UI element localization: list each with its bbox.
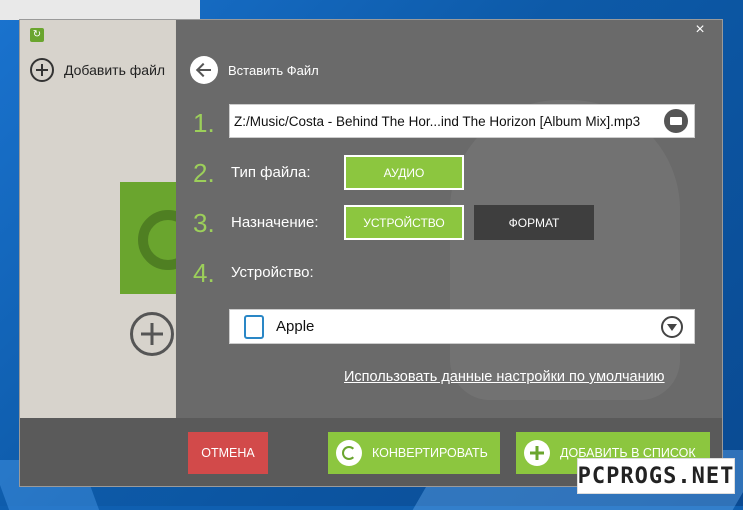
chevron-down-icon[interactable] (661, 316, 683, 338)
audio-type-button[interactable]: АУДИО (344, 155, 464, 190)
convert-label: КОНВЕРТИРОВАТЬ (372, 446, 488, 460)
background-window-strip (0, 0, 200, 20)
footer-shade (20, 418, 176, 486)
watermark-badge: PCPROGS.NET (577, 458, 735, 494)
file-path-field[interactable]: Z:/Music/Costa - Behind The Hor...ind Th… (229, 104, 695, 138)
device-selected-value: Apple (276, 318, 315, 335)
device-destination-button[interactable]: УСТРОЙСТВО (344, 205, 464, 240)
arrow-left-icon (190, 56, 218, 84)
file-type-label: Тип файла: (231, 164, 311, 181)
format-destination-button[interactable]: ФОРМАТ (474, 205, 594, 240)
close-icon[interactable]: × (692, 22, 708, 38)
destination-label: Назначение: (231, 214, 319, 231)
step-number-1: 1. (193, 108, 215, 138)
app-logo-icon: ↻ (30, 28, 44, 42)
convert-button[interactable]: КОНВЕРТИРОВАТЬ (328, 432, 500, 474)
app-large-logo (120, 182, 198, 294)
refresh-icon (336, 440, 362, 466)
back-button[interactable]: Вставить Файл (190, 56, 319, 84)
cancel-label: ОТМЕНА (201, 446, 255, 460)
use-defaults-link[interactable]: Использовать данные настройки по умолчан… (344, 369, 665, 385)
file-path-text: Z:/Music/Costa - Behind The Hor...ind Th… (234, 113, 641, 129)
add-file-label: Добавить файл (64, 62, 166, 78)
large-add-icon[interactable] (130, 312, 174, 356)
device-label: Устройство: (231, 264, 314, 281)
tablet-device-icon (244, 315, 264, 339)
folder-icon[interactable] (664, 109, 688, 133)
back-label: Вставить Файл (228, 62, 319, 78)
background-mascot-silhouette (450, 100, 680, 400)
step-number-3: 3. (193, 208, 215, 238)
plus-icon (524, 440, 550, 466)
step-number-4: 4. (193, 258, 215, 288)
device-dropdown[interactable]: Apple (229, 309, 695, 344)
add-file-button[interactable]: Добавить файл (30, 58, 165, 82)
step-number-2: 2. (193, 158, 215, 188)
cancel-button[interactable]: ОТМЕНА (188, 432, 268, 474)
plus-circle-icon (30, 58, 54, 82)
